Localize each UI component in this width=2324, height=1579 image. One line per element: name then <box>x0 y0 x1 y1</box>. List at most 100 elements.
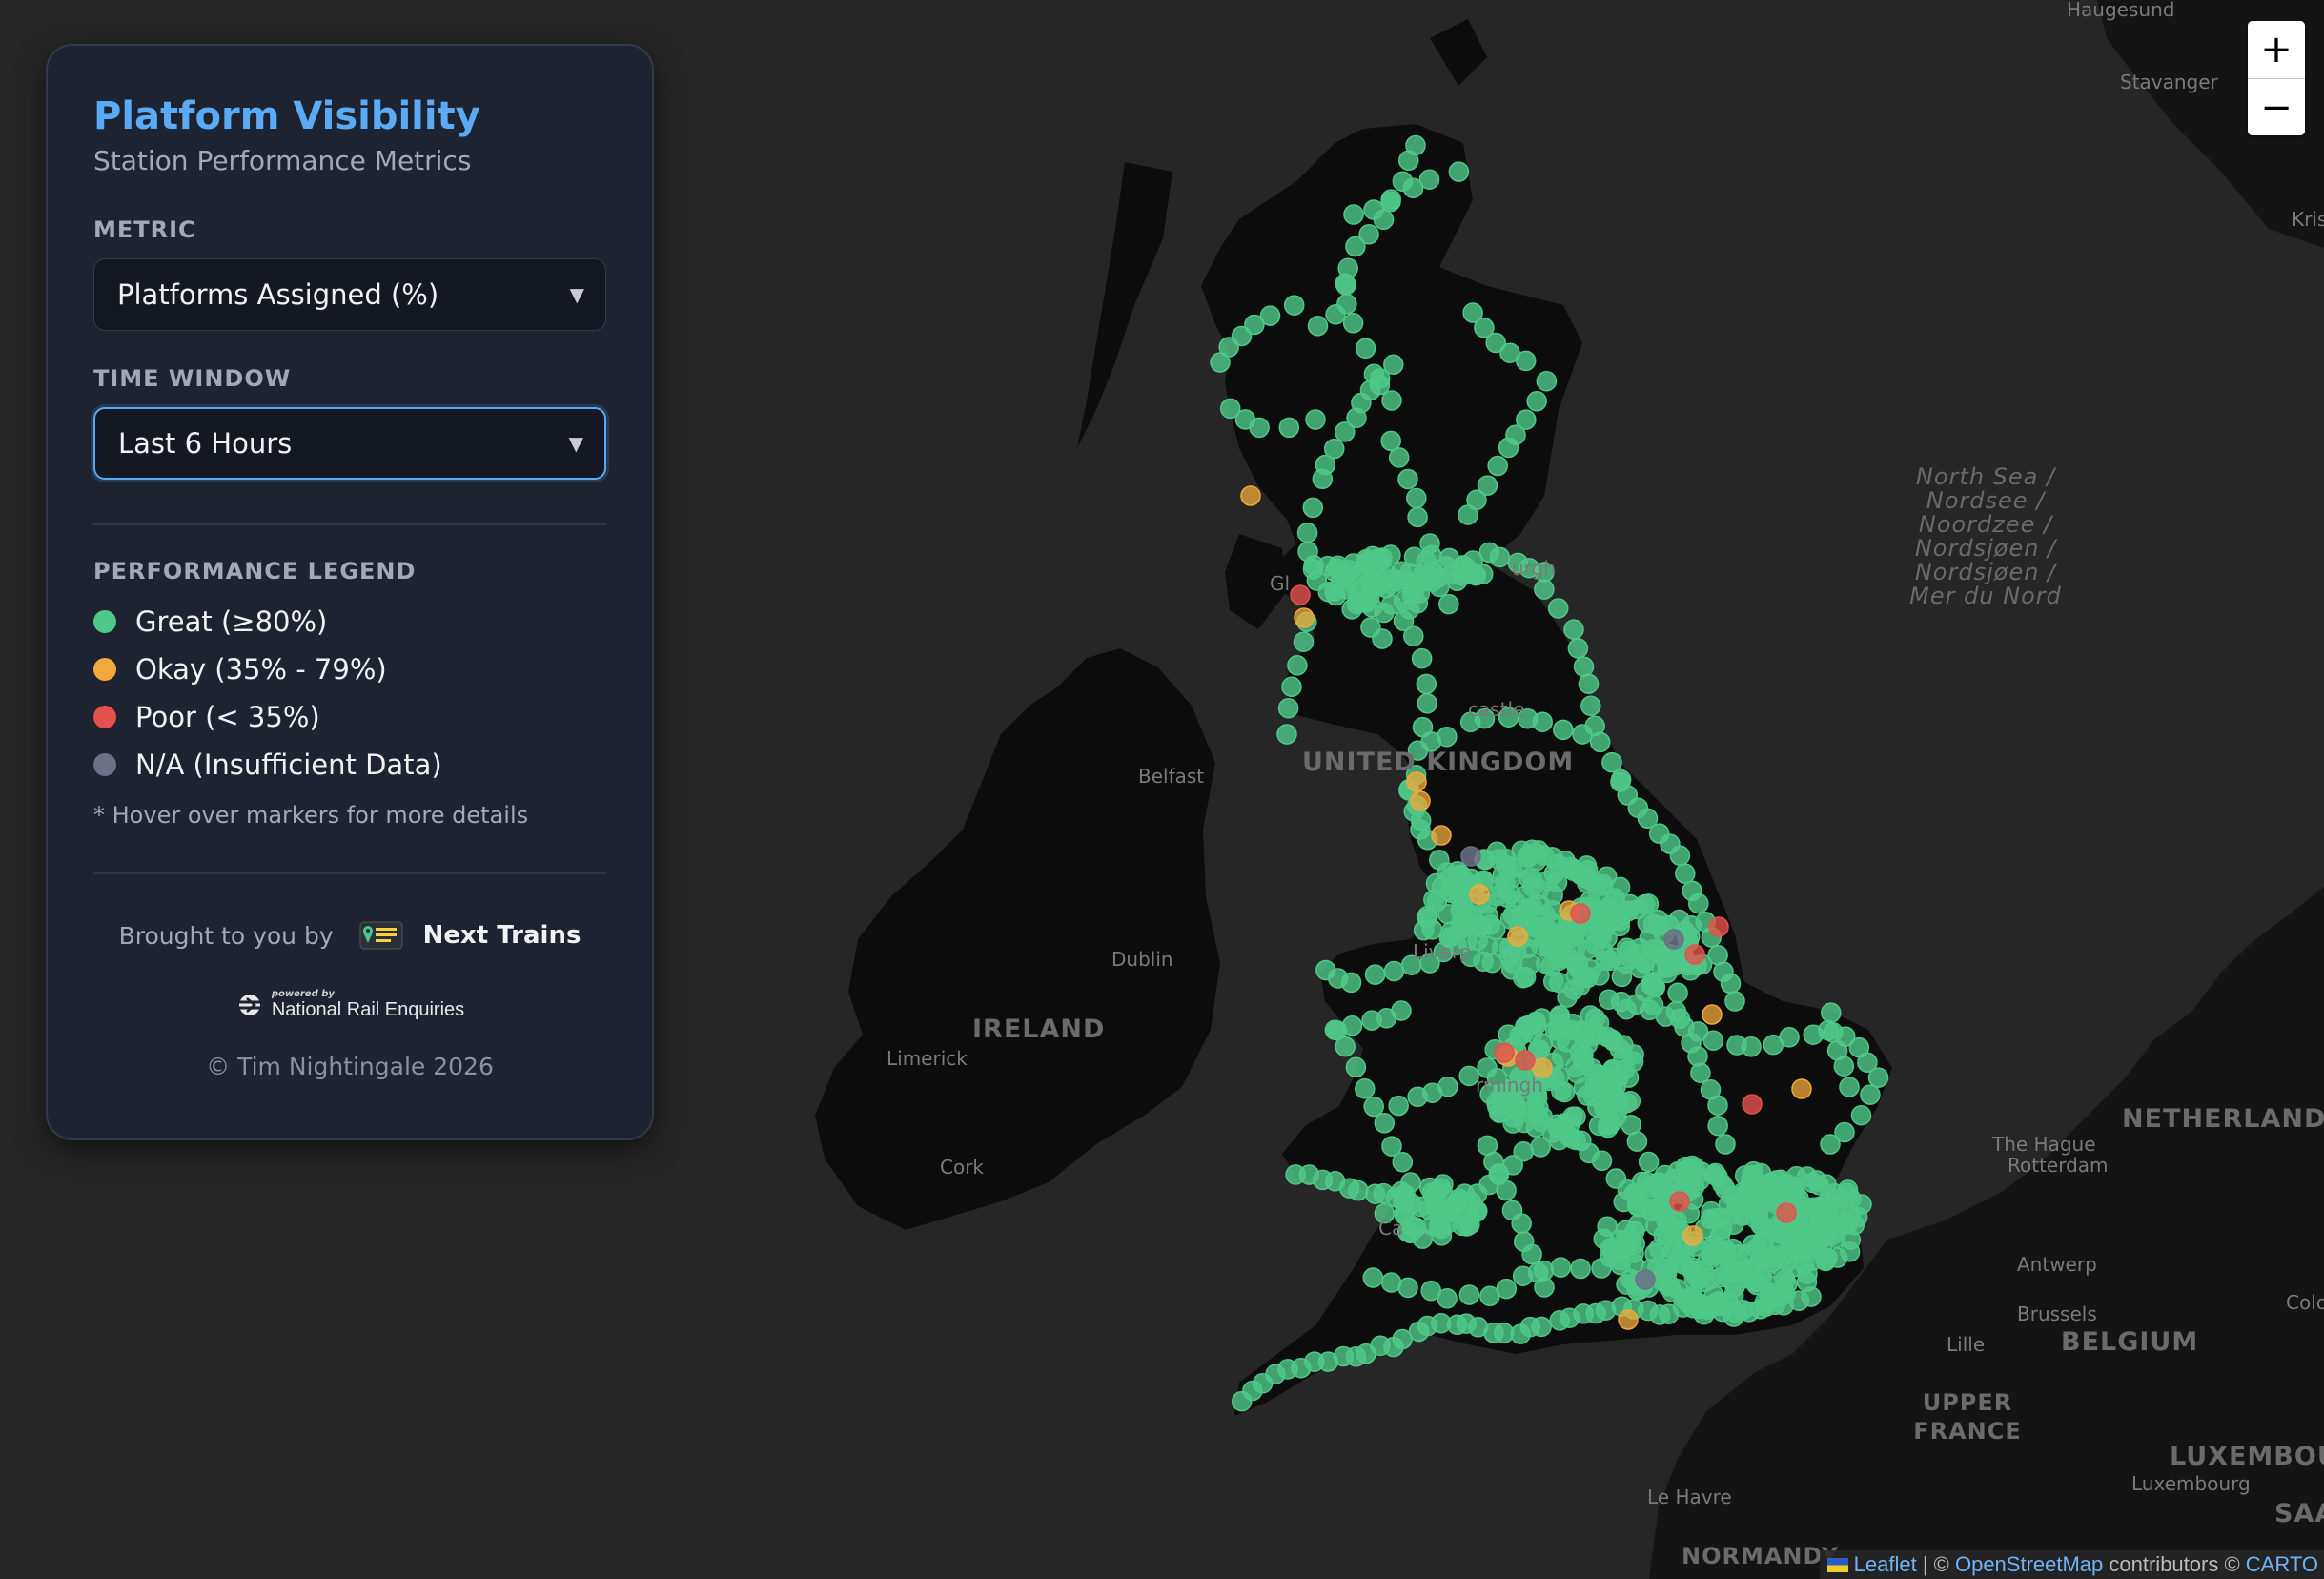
station-marker[interactable] <box>1837 1214 1859 1235</box>
station-marker[interactable] <box>1395 1183 1416 1205</box>
station-marker[interactable] <box>1589 965 1610 986</box>
station-marker[interactable] <box>1406 487 1427 509</box>
station-marker[interactable] <box>1343 204 1364 225</box>
station-marker[interactable] <box>1823 1022 1844 1043</box>
station-marker[interactable] <box>1397 468 1418 490</box>
next-trains-brand[interactable]: Next Trains <box>423 921 581 950</box>
station-marker[interactable] <box>1867 1067 1889 1088</box>
carto-link[interactable]: CARTO <box>2246 1552 2318 1576</box>
station-marker[interactable] <box>1249 417 1270 439</box>
station-marker[interactable] <box>1458 504 1478 525</box>
station-marker[interactable] <box>1283 295 1305 316</box>
station-marker[interactable] <box>1369 547 1391 569</box>
station-marker[interactable] <box>1591 1258 1612 1279</box>
station-marker[interactable] <box>1534 1277 1555 1298</box>
station-marker[interactable] <box>1542 971 1564 993</box>
station-marker[interactable] <box>1667 982 1688 1003</box>
station-marker[interactable] <box>1410 810 1432 831</box>
station-marker[interactable] <box>1498 437 1519 459</box>
station-marker[interactable] <box>1690 1062 1711 1083</box>
station-marker[interactable] <box>1609 1229 1630 1251</box>
station-marker[interactable] <box>1438 593 1459 615</box>
station-marker[interactable] <box>1515 350 1537 372</box>
station-marker[interactable] <box>1374 1113 1396 1134</box>
station-marker[interactable] <box>1711 1219 1733 1240</box>
station-marker[interactable] <box>1497 887 1519 908</box>
station-marker[interactable] <box>1511 905 1533 927</box>
station-marker[interactable] <box>1392 1151 1414 1173</box>
station-marker[interactable] <box>1648 1239 1670 1260</box>
station-marker[interactable] <box>1307 316 1329 337</box>
station-marker[interactable] <box>1340 972 1362 994</box>
station-marker[interactable] <box>1381 390 1402 411</box>
station-marker[interactable] <box>1448 161 1470 182</box>
station-marker[interactable] <box>1355 1078 1376 1099</box>
station-marker[interactable] <box>1363 1096 1384 1118</box>
station-marker[interactable] <box>1817 1207 1839 1228</box>
station-marker[interactable] <box>1544 939 1565 960</box>
station-marker[interactable] <box>1345 236 1366 257</box>
station-marker[interactable] <box>1580 1005 1601 1026</box>
station-marker[interactable] <box>1469 884 1490 905</box>
station-marker[interactable] <box>1296 522 1318 543</box>
station-marker[interactable] <box>1669 1191 1690 1212</box>
station-marker[interactable] <box>1526 391 1547 412</box>
station-marker[interactable] <box>1635 1269 1656 1290</box>
station-marker[interactable] <box>1449 1188 1470 1209</box>
station-marker[interactable] <box>1210 352 1231 373</box>
station-marker[interactable] <box>1489 546 1511 568</box>
station-marker[interactable] <box>1437 726 1458 748</box>
station-marker[interactable] <box>1724 991 1745 1012</box>
station-marker[interactable] <box>1240 485 1261 506</box>
station-marker[interactable] <box>1335 275 1356 296</box>
station-marker[interactable] <box>1410 790 1431 811</box>
station-marker[interactable] <box>1460 846 1481 867</box>
station-marker[interactable] <box>1556 1032 1578 1053</box>
station-marker[interactable] <box>1380 189 1401 210</box>
station-marker[interactable] <box>1616 937 1638 959</box>
station-marker[interactable] <box>1850 1104 1872 1126</box>
station-marker[interactable] <box>1623 1253 1644 1274</box>
station-marker[interactable] <box>1405 1217 1427 1238</box>
station-marker[interactable] <box>1580 870 1602 892</box>
station-marker[interactable] <box>1747 1205 1769 1227</box>
station-marker[interactable] <box>1665 952 1687 974</box>
station-marker[interactable] <box>1572 724 1593 745</box>
zoom-in-button[interactable]: + <box>2248 21 2305 78</box>
station-marker[interactable] <box>1494 1042 1515 1063</box>
station-marker[interactable] <box>1525 851 1547 872</box>
station-marker[interactable] <box>1821 1002 1842 1023</box>
station-marker[interactable] <box>1501 959 1522 980</box>
station-marker[interactable] <box>1534 579 1555 600</box>
osm-link[interactable]: OpenStreetMap <box>1955 1552 2103 1576</box>
station-marker[interactable] <box>1546 872 1568 893</box>
station-marker[interactable] <box>1587 1063 1608 1085</box>
station-marker[interactable] <box>1356 592 1376 613</box>
station-marker[interactable] <box>1648 1172 1669 1193</box>
station-marker[interactable] <box>1663 929 1684 950</box>
station-marker[interactable] <box>1602 1031 1624 1052</box>
station-marker[interactable] <box>1403 625 1424 646</box>
station-marker[interactable] <box>1404 580 1425 601</box>
station-marker[interactable] <box>1522 1022 1543 1043</box>
station-marker[interactable] <box>1278 417 1300 439</box>
station-marker[interactable] <box>1413 919 1435 941</box>
station-marker[interactable] <box>1388 1095 1409 1117</box>
station-marker[interactable] <box>1767 1245 1788 1266</box>
station-marker[interactable] <box>1355 338 1376 359</box>
station-marker[interactable] <box>1626 1131 1648 1152</box>
station-marker[interactable] <box>1707 1095 1728 1116</box>
station-marker[interactable] <box>1305 409 1326 430</box>
station-marker[interactable] <box>1312 468 1334 490</box>
station-marker[interactable] <box>1839 1077 1860 1097</box>
station-marker[interactable] <box>1563 619 1584 640</box>
station-marker[interactable] <box>1287 655 1308 676</box>
station-marker[interactable] <box>1397 150 1419 172</box>
station-marker[interactable] <box>1802 1172 1824 1194</box>
station-marker[interactable] <box>1416 673 1437 695</box>
station-marker[interactable] <box>1570 1258 1591 1280</box>
station-marker[interactable] <box>1598 1117 1619 1138</box>
station-marker[interactable] <box>1684 944 1705 965</box>
station-marker[interactable] <box>1741 1036 1762 1057</box>
station-marker[interactable] <box>1335 421 1356 442</box>
